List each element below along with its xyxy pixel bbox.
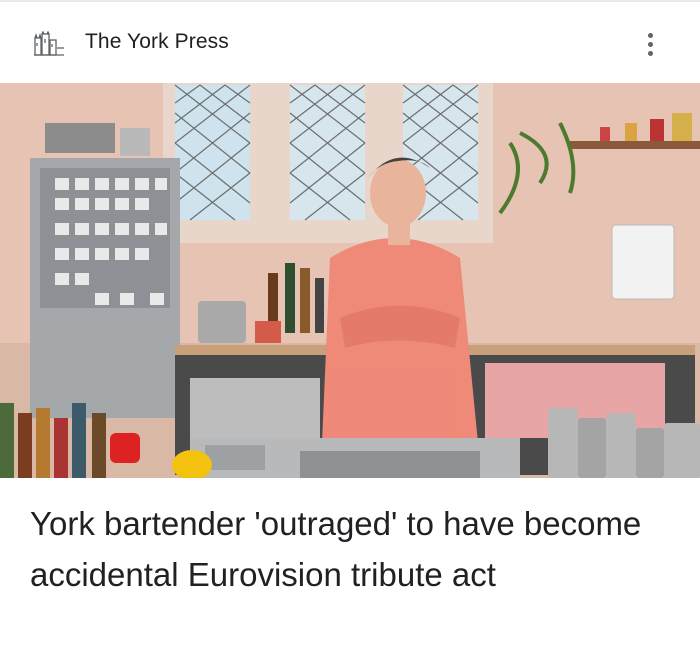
article-photo[interactable] [0, 83, 700, 478]
article-headline[interactable]: York bartender 'outraged' to have become… [30, 498, 680, 600]
more-vert-icon [647, 32, 653, 38]
more-options-button[interactable] [634, 26, 666, 62]
window-middle [289, 84, 366, 221]
publisher-name[interactable]: The York Press [85, 30, 229, 54]
castle-logo-icon [34, 31, 64, 56]
window-left [174, 84, 251, 221]
more-vert-icon-dot [647, 41, 653, 47]
publisher-header: The York Press [0, 2, 700, 83]
article-photo-illustration [0, 83, 700, 478]
more-vert-icon-dot [647, 50, 653, 56]
